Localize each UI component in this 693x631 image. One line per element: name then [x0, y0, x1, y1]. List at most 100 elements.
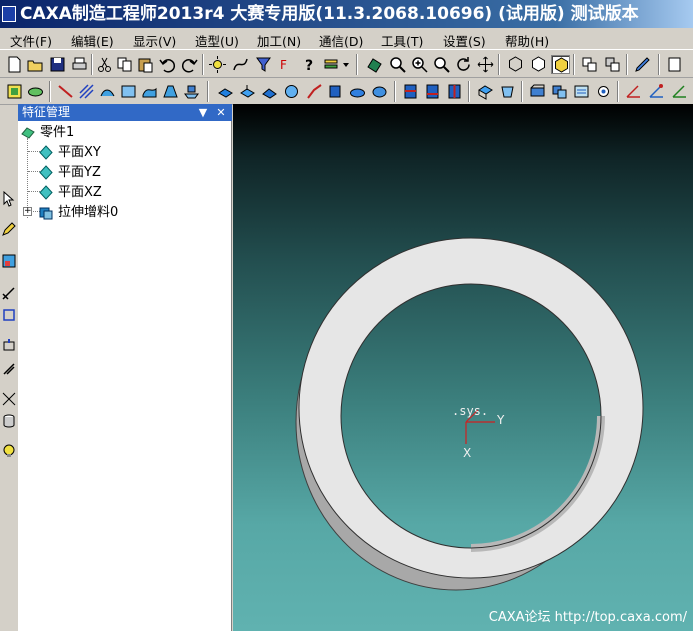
standard-toolbar: F ? — [0, 51, 693, 78]
axis-x-label: X — [463, 446, 471, 460]
chamfer-icon[interactable] — [326, 82, 345, 101]
left-toolstrip — [0, 181, 18, 481]
measure3-icon[interactable] — [670, 82, 689, 101]
pan-icon[interactable] — [476, 55, 495, 74]
view-extra-icon[interactable] — [665, 55, 684, 74]
rib-icon[interactable] — [423, 82, 442, 101]
tree-node-label: 拉伸增料0 — [58, 205, 119, 220]
ring-model: .sys. Y X — [295, 237, 644, 591]
shaded-icon[interactable] — [551, 55, 570, 74]
part-icon — [21, 127, 35, 139]
menu-communication[interactable]: 通信(D) — [319, 31, 363, 50]
dropdown-arrow-icon[interactable] — [341, 55, 351, 74]
3d-viewport[interactable]: .sys. Y X CAXA论坛 http://top.caxa.com/ — [233, 104, 693, 631]
shell-icon[interactable] — [348, 82, 367, 101]
menu-file[interactable]: 文件(F) — [10, 31, 52, 50]
axis-y-label: Y — [496, 413, 505, 427]
intersect-icon[interactable] — [1, 391, 17, 407]
measure-icon[interactable] — [624, 82, 643, 101]
svg-text:?: ? — [305, 58, 313, 74]
mold-icon[interactable] — [594, 82, 613, 101]
measure2-icon[interactable] — [647, 82, 666, 101]
save-icon[interactable] — [48, 55, 67, 74]
mirror-icon[interactable] — [476, 82, 495, 101]
layer-icon[interactable] — [322, 55, 341, 74]
pen-icon[interactable] — [633, 55, 652, 74]
surface3-icon[interactable] — [140, 82, 159, 101]
wireframe-icon[interactable] — [506, 55, 525, 74]
curve-icon[interactable] — [231, 55, 250, 74]
feature-icon[interactable] — [26, 82, 45, 101]
draft-icon[interactable] — [370, 82, 389, 101]
panel-close-icon[interactable]: ✕ — [214, 104, 228, 121]
help-icon[interactable]: ? — [300, 55, 319, 74]
pencil-icon[interactable] — [1, 221, 17, 237]
surface-icon[interactable] — [98, 82, 117, 101]
paste-icon[interactable] — [136, 55, 155, 74]
view-orient-icon[interactable] — [365, 55, 384, 74]
menu-tools[interactable]: 工具(T) — [381, 31, 423, 50]
redo-icon[interactable] — [180, 55, 199, 74]
new-file-icon[interactable] — [5, 55, 24, 74]
image-icon[interactable] — [1, 253, 17, 269]
copy-icon[interactable] — [115, 55, 134, 74]
plane-icon — [39, 165, 53, 180]
panel-title: 特征管理 — [22, 105, 71, 119]
cut-icon2[interactable] — [528, 82, 547, 101]
menu-help[interactable]: 帮助(H) — [505, 31, 549, 50]
light-icon[interactable] — [208, 55, 227, 74]
menu-settings[interactable]: 设置(S) — [443, 31, 486, 50]
plane-icon — [39, 145, 53, 160]
bulb-icon[interactable] — [1, 443, 17, 459]
revolve-icon[interactable] — [238, 82, 257, 101]
print-icon[interactable] — [70, 55, 89, 74]
zoom-in-icon[interactable] — [410, 55, 429, 74]
loft-icon[interactable] — [282, 82, 301, 101]
scale-icon[interactable] — [498, 82, 517, 101]
menu-machining[interactable]: 加工(N) — [257, 31, 301, 50]
tree-node-label: 平面YZ — [58, 165, 101, 180]
undo-icon[interactable] — [158, 55, 177, 74]
title-bar: CAXA制造工程师2013r4 大赛专用版(11.3.2068.10696) (… — [0, 0, 693, 28]
expand-toggle[interactable]: + — [23, 207, 32, 216]
hole-icon[interactable] — [401, 82, 420, 101]
sketch-icon[interactable] — [5, 82, 24, 101]
hidden-line-icon[interactable] — [529, 55, 548, 74]
tree-node-label: 平面XZ — [58, 185, 102, 200]
plane-icon — [39, 185, 53, 200]
line-icon[interactable] — [56, 82, 75, 101]
select-arrow-icon[interactable] — [1, 191, 17, 207]
pattern-icon[interactable] — [445, 82, 464, 101]
surface5-icon[interactable] — [182, 82, 201, 101]
axis-system-label: .sys. — [452, 404, 488, 418]
sculpt-icon[interactable] — [572, 82, 591, 101]
query-icon[interactable]: F — [277, 55, 296, 74]
forum-watermark: CAXA论坛 http://top.caxa.com/ — [488, 610, 687, 625]
zoom-dynamic-icon[interactable] — [432, 55, 451, 74]
offset-icon[interactable] — [1, 361, 17, 377]
zoom-window-icon[interactable] — [388, 55, 407, 74]
cylinder-icon[interactable] — [1, 413, 17, 429]
feature-toolbar — [0, 78, 693, 105]
app-icon[interactable] — [2, 6, 16, 22]
fillet-icon[interactable] — [305, 82, 324, 101]
trim-icon[interactable] — [1, 307, 17, 323]
surface4-icon[interactable] — [161, 82, 180, 101]
hatch-icon[interactable] — [77, 82, 96, 101]
sweep-icon[interactable] — [260, 82, 279, 101]
menu-modeling[interactable]: 造型(U) — [195, 31, 239, 50]
cut-icon[interactable] — [95, 55, 114, 74]
edit-curve-icon[interactable] — [1, 285, 17, 301]
filter-icon[interactable] — [254, 55, 273, 74]
display-mode-icon[interactable] — [580, 55, 599, 74]
open-folder-icon[interactable] — [26, 55, 45, 74]
surface2-icon[interactable] — [119, 82, 138, 101]
extrude-icon[interactable] — [216, 82, 235, 101]
rotate-icon[interactable] — [454, 55, 473, 74]
panel-dropdown-icon[interactable]: ▼ — [196, 104, 210, 121]
menu-edit[interactable]: 编辑(E) — [71, 31, 114, 50]
display-mode2-icon[interactable] — [603, 55, 622, 74]
union-icon[interactable] — [550, 82, 569, 101]
transform-icon[interactable] — [1, 337, 17, 353]
menu-view[interactable]: 显示(V) — [133, 31, 176, 50]
